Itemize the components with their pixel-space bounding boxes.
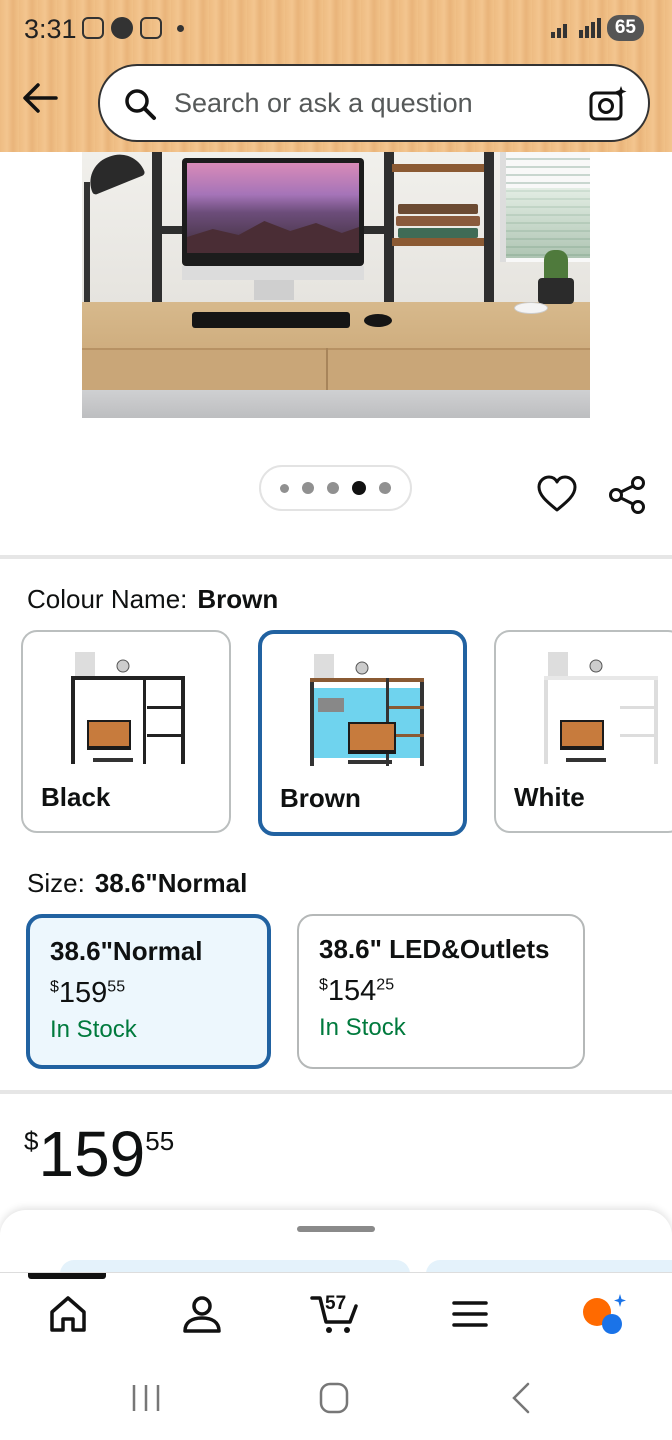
account-icon[interactable]: [180, 1292, 224, 1336]
colour-option-label: White: [514, 782, 585, 812]
home-icon[interactable]: [46, 1292, 90, 1336]
product-thumbnail-black: [65, 646, 191, 772]
page-dot[interactable]: [302, 482, 314, 494]
size-option-normal[interactable]: 38.6"Normal $15955 In Stock: [26, 914, 271, 1069]
page-dot[interactable]: [379, 482, 391, 494]
size-option-label: 38.6"Normal: [50, 936, 203, 966]
screenshot-icon: [82, 17, 104, 39]
monitor-illustration: [182, 158, 364, 266]
size-option-label: 38.6" LED&Outlets: [319, 934, 550, 964]
size-option-price: $15955: [50, 977, 126, 1009]
stock-status: In Stock: [50, 1016, 137, 1043]
menu-icon[interactable]: [448, 1292, 492, 1336]
home-button-icon[interactable]: [314, 1380, 354, 1416]
page-dot-active[interactable]: [352, 481, 366, 495]
product-thumbnail-brown: [304, 648, 430, 774]
instagram-icon: [140, 17, 162, 39]
search-icon: [125, 89, 156, 120]
recent-apps-icon[interactable]: [126, 1380, 166, 1416]
colour-label: Colour Name:: [27, 584, 188, 614]
colour-option-label: Black: [41, 782, 111, 812]
camera-search-icon[interactable]: [588, 84, 628, 124]
size-option-price: $15425: [319, 975, 395, 1007]
battery-indicator: 65: [606, 15, 644, 41]
page-dot[interactable]: [327, 482, 339, 494]
signal-icon: [549, 16, 601, 40]
image-pagination[interactable]: [259, 465, 412, 511]
size-label: Size:: [27, 868, 85, 898]
rufus-assistant-icon[interactable]: [580, 1292, 628, 1336]
messenger-icon: [111, 17, 133, 39]
system-back-icon[interactable]: [502, 1380, 542, 1416]
share-icon[interactable]: [606, 474, 648, 516]
stock-status: In Stock: [319, 1014, 406, 1041]
search-input[interactable]: [174, 88, 574, 119]
size-option-led-outlets[interactable]: 38.6" LED&Outlets $15425 In Stock: [297, 914, 585, 1069]
colour-option-brown[interactable]: Brown: [258, 630, 467, 836]
product-image[interactable]: [82, 152, 590, 418]
colour-selected-value: Brown: [197, 584, 279, 614]
sheet-drag-handle[interactable]: [297, 1226, 375, 1232]
system-status: 65: [549, 15, 644, 41]
notification-icons: [82, 17, 184, 39]
colour-option-black[interactable]: Black: [21, 630, 231, 833]
back-arrow-icon[interactable]: [20, 78, 60, 118]
more-notifications-icon: [177, 24, 184, 32]
size-label-row: Size: 38.6"Normal: [27, 868, 247, 899]
cart-count-badge: 57: [325, 1293, 347, 1314]
heart-icon[interactable]: [536, 474, 578, 514]
product-thumbnail-white: [538, 646, 664, 772]
section-divider: [0, 555, 672, 559]
section-divider: [0, 1090, 672, 1094]
nav-active-indicator: [28, 1273, 106, 1279]
colour-option-label: Brown: [280, 783, 361, 813]
status-time: 3:31: [24, 14, 77, 44]
colour-label-row: Colour Name: Brown: [27, 584, 278, 615]
product-price: $15955: [24, 1118, 175, 1190]
size-selected-value: 38.6"Normal: [94, 868, 248, 898]
colour-option-white[interactable]: White: [494, 630, 672, 833]
search-bar[interactable]: [98, 64, 650, 142]
status-bar: 3:31 65: [0, 0, 672, 58]
page-dot[interactable]: [280, 483, 289, 493]
app-header: 3:31 65: [0, 0, 672, 152]
